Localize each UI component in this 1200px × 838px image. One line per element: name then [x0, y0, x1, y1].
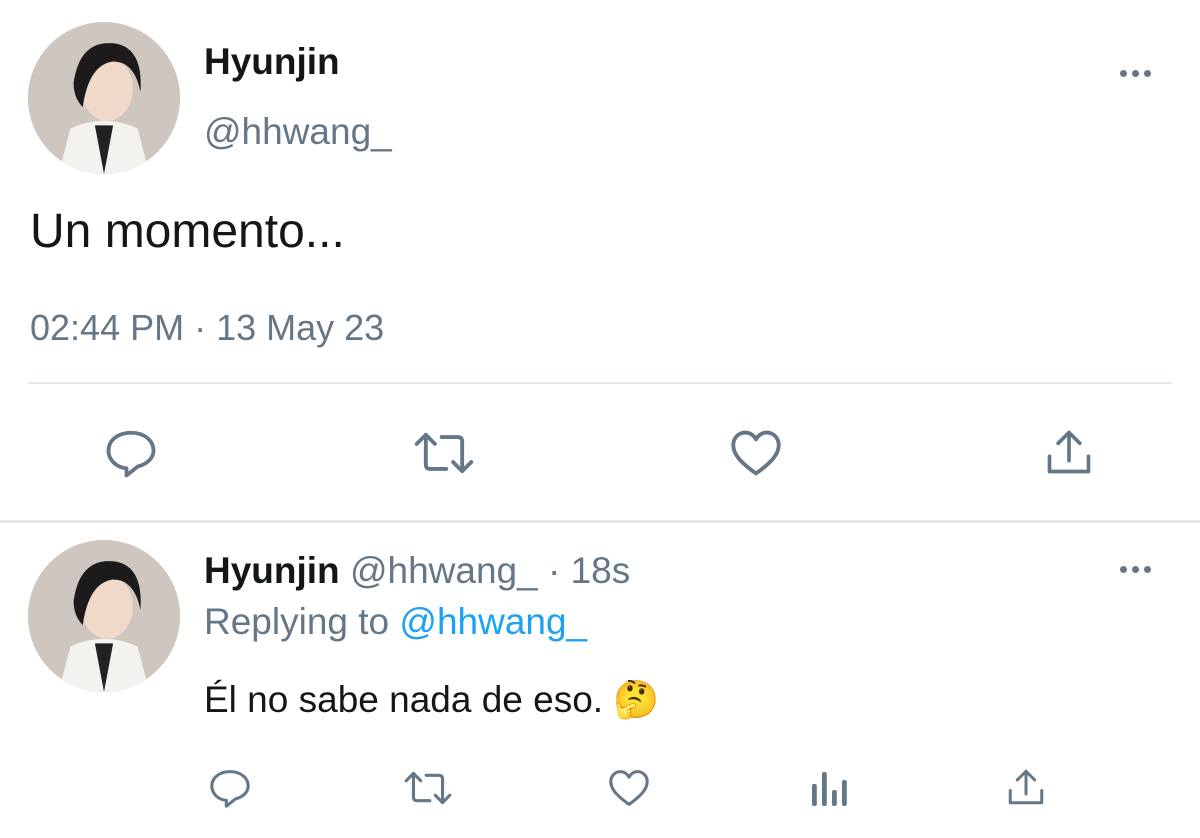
reply-icon[interactable] [208, 768, 252, 808]
replying-to: Replying to @hhwang_ [204, 600, 587, 644]
thinking-face-emoji: 🤔 [613, 679, 660, 720]
more-horizontal-icon[interactable] [1120, 68, 1151, 78]
retweet-icon[interactable] [412, 428, 476, 478]
section-divider [0, 520, 1200, 523]
avatar[interactable] [28, 22, 180, 174]
tweet-timestamp: 02:44 PM · 13 May 23 [30, 307, 385, 348]
avatar-image [28, 22, 180, 174]
more-horizontal-icon[interactable] [1120, 564, 1151, 574]
analytics-icon[interactable] [808, 768, 848, 808]
reply-header: Hyunjin @hhwang_ · 18s [204, 549, 630, 593]
divider [28, 382, 1172, 384]
replying-handle-link[interactable]: @hhwang_ [399, 601, 587, 642]
like-icon[interactable] [728, 428, 784, 478]
reply-handle[interactable]: @hhwang_ [350, 550, 538, 591]
reply-display-name[interactable]: Hyunjin [204, 550, 340, 591]
reply-age: · 18s [547, 550, 631, 591]
share-icon[interactable] [1004, 766, 1048, 808]
like-icon[interactable] [606, 768, 652, 808]
avatar-image [28, 540, 180, 692]
display-name[interactable]: Hyunjin [204, 40, 340, 84]
tweet-text: Un momento... [30, 205, 345, 258]
replying-label: Replying to [204, 601, 390, 642]
retweet-icon[interactable] [402, 768, 454, 808]
reply-avatar[interactable] [28, 540, 180, 692]
reply-text-body: Él no sabe nada de eso. [204, 679, 604, 720]
reply-icon[interactable] [104, 428, 158, 478]
share-icon[interactable] [1042, 426, 1096, 478]
reply-text: Él no sabe nada de eso. 🤔 [204, 678, 659, 722]
user-handle[interactable]: @hhwang_ [204, 110, 392, 154]
